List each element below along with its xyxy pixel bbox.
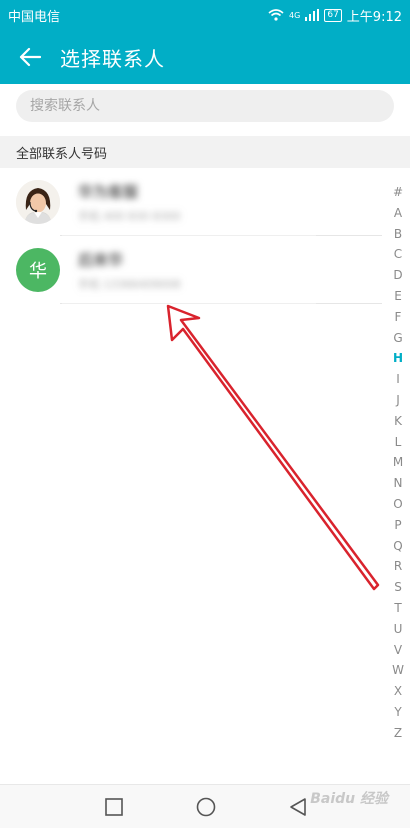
circle-icon bbox=[196, 797, 216, 817]
section-header: 全部联系人号码 bbox=[0, 136, 410, 168]
index-letter[interactable]: Z bbox=[386, 723, 410, 744]
index-letter[interactable]: A bbox=[386, 203, 410, 224]
contact-name: 后来华 bbox=[78, 250, 124, 269]
status-bar: 中国电信 4G 67 上午9:12 bbox=[0, 0, 410, 30]
index-letter[interactable]: Y bbox=[386, 702, 410, 723]
index-letter[interactable]: V bbox=[386, 640, 410, 661]
contact-text: 华为客服 手机 400 830 8300 bbox=[78, 181, 180, 224]
index-letter[interactable]: N bbox=[386, 473, 410, 494]
watermark: Baidu 经验 bbox=[310, 791, 388, 807]
contact-name: 华为客服 bbox=[78, 182, 139, 201]
index-letter[interactable]: C bbox=[386, 244, 410, 265]
signal-icon bbox=[305, 9, 320, 21]
carrier-label: 中国电信 bbox=[8, 9, 61, 25]
network-label: 4G bbox=[289, 10, 301, 20]
contact-phone: 手机 400 830 8300 bbox=[78, 209, 181, 223]
index-letter[interactable]: X bbox=[386, 681, 410, 702]
index-letter[interactable]: B bbox=[386, 224, 410, 245]
index-letter[interactable]: Q bbox=[386, 536, 410, 557]
contact-text: 后来华 手机 13366409008 bbox=[78, 249, 180, 292]
search-box bbox=[16, 90, 394, 122]
annotation-arrow bbox=[166, 304, 380, 591]
alphabet-index[interactable]: # A B C D E F G H I J K L M N O P Q R S T U V W X Y Z bbox=[386, 182, 410, 744]
index-letter[interactable]: I bbox=[386, 369, 410, 390]
contact-phone: 手机 13366409008 bbox=[78, 277, 181, 291]
triangle-back-icon bbox=[290, 798, 306, 816]
avatar bbox=[16, 180, 60, 224]
clock-label: 上午9:12 bbox=[346, 9, 402, 25]
contact-row[interactable]: 华为客服 手机 400 830 8300 bbox=[0, 168, 382, 236]
avatar-photo-icon bbox=[16, 180, 60, 224]
contact-row[interactable]: 华 后来华 手机 13366409008 bbox=[0, 236, 382, 304]
system-back-button[interactable] bbox=[286, 795, 310, 819]
index-letter[interactable]: S bbox=[386, 577, 410, 598]
index-letter[interactable]: J bbox=[386, 390, 410, 411]
square-icon bbox=[105, 798, 123, 816]
recent-apps-button[interactable] bbox=[102, 795, 126, 819]
index-letter[interactable]: # bbox=[386, 182, 410, 203]
battery-indicator: 67 bbox=[324, 8, 342, 22]
contact-list: 华为客服 手机 400 830 8300 华 后来华 手机 1336640900… bbox=[0, 168, 382, 304]
index-letter[interactable]: D bbox=[386, 265, 410, 286]
index-letter[interactable]: L bbox=[386, 432, 410, 453]
index-letter[interactable]: U bbox=[386, 619, 410, 640]
search-input[interactable] bbox=[16, 90, 394, 122]
index-letter[interactable]: G bbox=[386, 328, 410, 349]
index-letter[interactable]: H bbox=[386, 348, 410, 369]
back-button[interactable] bbox=[0, 30, 60, 84]
index-letter[interactable]: M bbox=[386, 452, 410, 473]
avatar: 华 bbox=[16, 248, 60, 292]
index-letter[interactable]: T bbox=[386, 598, 410, 619]
index-letter[interactable]: R bbox=[386, 556, 410, 577]
index-letter[interactable]: W bbox=[386, 660, 410, 681]
index-letter[interactable]: F bbox=[386, 307, 410, 328]
page-title: 选择联系人 bbox=[60, 46, 165, 71]
index-letter[interactable]: O bbox=[386, 494, 410, 515]
index-letter[interactable]: K bbox=[386, 411, 410, 432]
avatar-letter: 华 bbox=[29, 261, 47, 282]
wifi-icon bbox=[268, 9, 284, 21]
app-bar: 选择联系人 bbox=[0, 30, 410, 84]
section-title: 全部联系人号码 bbox=[16, 146, 108, 162]
home-button[interactable] bbox=[194, 795, 218, 819]
arrow-left-icon bbox=[19, 47, 41, 67]
status-indicators: 4G 67 上午9:12 bbox=[268, 6, 402, 25]
index-letter[interactable]: E bbox=[386, 286, 410, 307]
index-letter[interactable]: P bbox=[386, 515, 410, 536]
